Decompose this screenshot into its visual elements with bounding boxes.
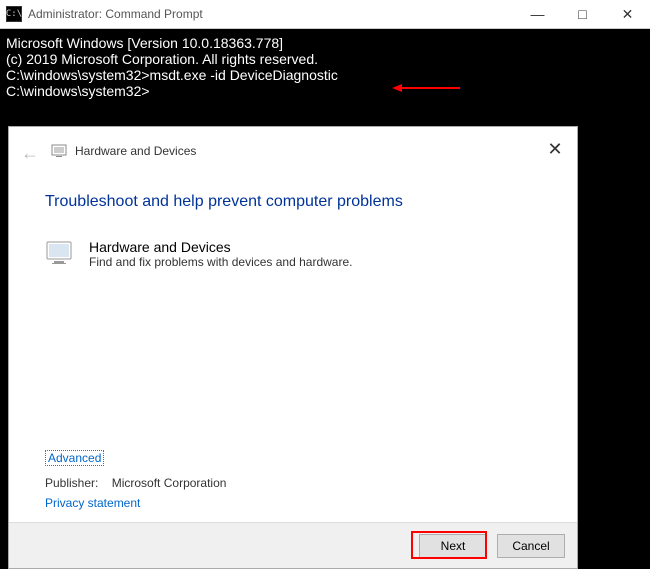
- cmd-title: Administrator: Command Prompt: [28, 7, 515, 21]
- maximize-button[interactable]: □: [560, 0, 605, 29]
- dialog-footer: Next Cancel: [9, 522, 577, 568]
- cmd-line: (c) 2019 Microsoft Corporation. All righ…: [6, 51, 644, 67]
- annotation-arrow: [392, 84, 460, 92]
- advanced-link[interactable]: Advanced: [45, 450, 104, 466]
- dialog-title: Hardware and Devices: [75, 144, 196, 158]
- cmd-line: Microsoft Windows [Version 10.0.18363.77…: [6, 35, 644, 51]
- item-desc: Find and fix problems with devices and h…: [89, 255, 352, 269]
- publisher-row: Publisher: Microsoft Corporation: [45, 476, 541, 490]
- cancel-button[interactable]: Cancel: [497, 534, 565, 558]
- window-controls: — □ ✕: [515, 0, 650, 29]
- troubleshooter-item[interactable]: Hardware and Devices Find and fix proble…: [45, 239, 541, 269]
- privacy-link[interactable]: Privacy statement: [45, 496, 140, 510]
- dialog-close-button[interactable]: ✕: [543, 139, 567, 160]
- dialog-body: Troubleshoot and help prevent computer p…: [9, 175, 577, 450]
- troubleshooter-dialog: ← Hardware and Devices ✕ Troubleshoot an…: [8, 126, 578, 569]
- publisher-value: Microsoft Corporation: [112, 476, 227, 490]
- next-button[interactable]: Next: [419, 534, 487, 558]
- back-button: ←: [21, 143, 37, 159]
- cmd-line: C:\windows\system32>: [6, 83, 644, 99]
- publisher-label: Publisher:: [45, 476, 98, 490]
- item-name: Hardware and Devices: [89, 239, 352, 255]
- dialog-lower: Advanced Publisher: Microsoft Corporatio…: [9, 450, 577, 522]
- cmd-line: C:\windows\system32>msdt.exe -id DeviceD…: [6, 67, 644, 83]
- cmd-icon: C:\: [6, 6, 22, 22]
- item-text: Hardware and Devices Find and fix proble…: [89, 239, 352, 269]
- cmd-titlebar[interactable]: C:\ Administrator: Command Prompt — □ ✕: [0, 0, 650, 29]
- cmd-body[interactable]: Microsoft Windows [Version 10.0.18363.77…: [0, 29, 650, 105]
- device-icon: [45, 239, 73, 267]
- dialog-heading: Troubleshoot and help prevent computer p…: [45, 193, 541, 211]
- hardware-icon: [51, 143, 67, 159]
- minimize-button[interactable]: —: [515, 0, 560, 29]
- close-button[interactable]: ✕: [605, 0, 650, 29]
- dialog-header: ← Hardware and Devices ✕: [9, 127, 577, 175]
